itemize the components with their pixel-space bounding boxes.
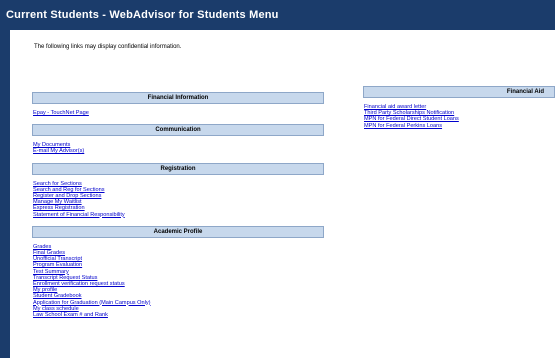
link-list: Epay - TouchNet Page <box>32 110 324 116</box>
link-law-school-exam-and-rank[interactable]: Law School Exam # and Rank <box>33 312 324 318</box>
main-content: The following links may display confiden… <box>10 30 555 358</box>
page-title-text: Current Students - WebAdvisor for Studen… <box>6 9 279 21</box>
left-column: Financial Information Epay - TouchNet Pag… <box>32 92 324 326</box>
link-list: My Documents E-mail My Advisor(s) <box>32 142 324 154</box>
section-financial-aid: Financial Aid Financial aid award letter T… <box>363 86 555 129</box>
link-list: Financial aid award letter Third Party Sc… <box>363 104 555 129</box>
link-statement-of-financial-responsibility[interactable]: Statement of Financial Responsibility <box>33 212 324 218</box>
link-e-mail-my-advisor-s[interactable]: E-mail My Advisor(s) <box>33 148 324 154</box>
link-list: Grades Final Grades Unofficial Transcript P… <box>32 244 324 318</box>
page-title: Current Students - WebAdvisor for Studen… <box>0 0 555 30</box>
section-header: Financial Aid <box>363 86 555 98</box>
section-registration: Registration Search for Sections Search an… <box>32 162 324 218</box>
section-header: Registration <box>32 162 324 175</box>
section-communication: Communication My Documents E-mail My Advis… <box>32 124 324 154</box>
section-header: Communication <box>32 124 324 137</box>
link-list: Search for Sections Search and Reg for Se… <box>32 181 324 218</box>
section-financial-information: Financial Information Epay - TouchNet Pag… <box>32 92 324 116</box>
section-academic-profile: Academic Profile Grades Final Grades Unoffi… <box>32 225 324 318</box>
link-epay-touchnet-page[interactable]: Epay - TouchNet Page <box>33 110 324 116</box>
confidential-notice: The following links may display confiden… <box>34 44 182 50</box>
section-header: Financial Information <box>32 92 324 104</box>
right-column: Financial Aid Financial aid award letter T… <box>363 86 555 137</box>
section-header: Academic Profile <box>32 225 324 238</box>
webadvisor-page: Current Students - WebAdvisor for Studen… <box>0 0 555 358</box>
link-mpn-for-federal-perkins-loans[interactable]: MPN for Federal Perkins Loans <box>364 123 555 129</box>
